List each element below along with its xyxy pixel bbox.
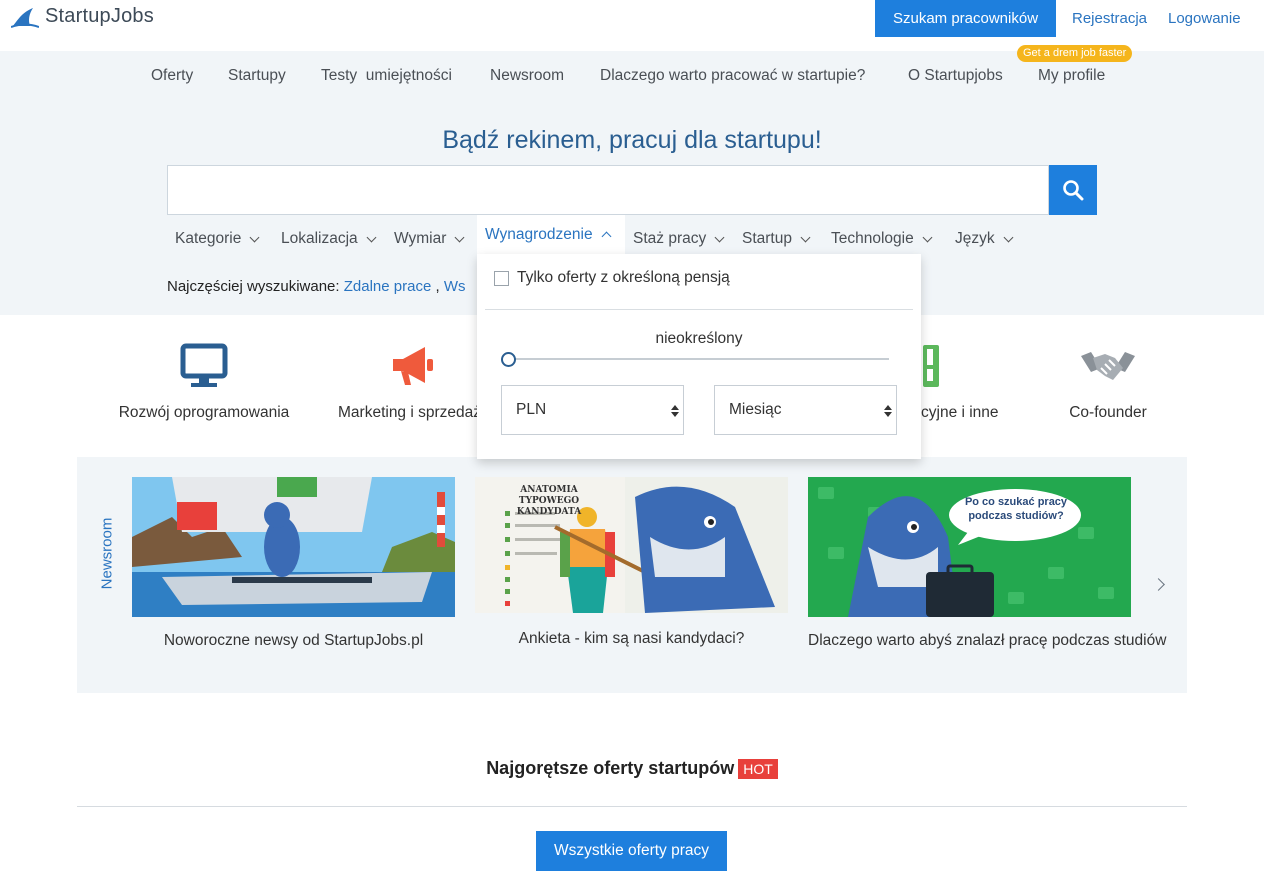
news-image-sailboat: [132, 477, 455, 617]
popular-searches: Najczęściej wyszukiwane: Zdalne prace , …: [167, 278, 465, 295]
news-card[interactable]: Po co szukać pracy podczas studiów? Dlac…: [808, 477, 1166, 653]
filter-jezyk[interactable]: Język: [955, 224, 1014, 254]
chevron-down-icon: [714, 232, 725, 242]
popular-link-2[interactable]: Ws: [444, 278, 466, 295]
salary-slider-handle[interactable]: [501, 352, 516, 367]
news-image-anatomy: ANATOMIA TYPOWEGO KANDYDATA: [475, 477, 788, 613]
salary-range-label: nieokreślony: [655, 330, 743, 347]
news-image-student: Po co szukać pracy podczas studiów?: [808, 477, 1131, 617]
category-cofounder[interactable]: Co-founder: [1058, 340, 1158, 422]
category-label: Rozwój oprogramowania: [118, 404, 290, 421]
nav-item-newsroom[interactable]: Newsroom: [490, 67, 564, 85]
category-software[interactable]: Rozwój oprogramowania: [114, 340, 294, 422]
filter-label: Staż pracy: [633, 230, 707, 247]
checkbox[interactable]: [494, 270, 509, 286]
monitor-icon: [180, 343, 228, 387]
filter-label: Technologie: [831, 230, 914, 247]
chevron-down-icon: [922, 232, 933, 242]
search-icon: [1063, 180, 1084, 201]
category-label: Co-founder: [1069, 404, 1147, 421]
filter-label: Język: [955, 230, 995, 247]
nav-item-startupy[interactable]: Startupy: [228, 67, 286, 85]
chevron-down-icon: [454, 232, 465, 242]
category-marketing[interactable]: Marketing i sprzedaż: [338, 340, 478, 422]
newsroom-label[interactable]: Newsroom: [99, 514, 116, 594]
login-link[interactable]: Logowanie: [1168, 10, 1241, 27]
shark-fin-icon: [11, 7, 39, 28]
newsroom-carousel: Newsroom Noworoczne newsy od StartupJobs…: [77, 457, 1187, 693]
filter-technologie[interactable]: Technologie: [831, 224, 933, 254]
category-label: cyjne i inne: [921, 404, 999, 421]
hot-offers-heading: Najgorętsze oferty startupów HOT: [0, 758, 1264, 779]
filter-wynagrodzenie[interactable]: Wynagrodzenie: [477, 215, 625, 254]
popular-label: Najczęściej wyszukiwane:: [167, 278, 340, 295]
all-offers-button[interactable]: Wszystkie oferty pracy: [536, 831, 727, 871]
filter-label: Wynagrodzenie: [485, 225, 593, 243]
logo-text: StartupJobs: [45, 5, 154, 27]
currency-value: PLN: [516, 401, 547, 418]
checkbox-label: Tylko oferty z określoną pensją: [517, 269, 730, 286]
salary-only-checkbox[interactable]: Tylko oferty z określoną pensją: [494, 269, 730, 287]
filter-label: Kategorie: [175, 230, 242, 247]
currency-select[interactable]: PLN: [501, 385, 684, 435]
nav-item-why-startup[interactable]: Dlaczego warto pracować w startupie?: [600, 67, 865, 85]
profile-badge: Get a drem job faster: [1017, 45, 1133, 62]
period-select[interactable]: Miesiąc: [714, 385, 897, 435]
nav-item-about[interactable]: O Startupjobs: [908, 67, 1003, 85]
nav-item-my-profile[interactable]: My profile: [1038, 67, 1105, 85]
news-caption: Dlaczego warto abyś znalazł pracę podcza…: [808, 632, 1167, 649]
register-link[interactable]: Rejestracja: [1072, 10, 1147, 27]
handshake-icon: [1081, 352, 1135, 380]
hot-offers-title: Najgorętsze oferty startupów: [486, 758, 735, 778]
filter-label: Lokalizacja: [281, 230, 358, 247]
salary-dropdown: Tylko oferty z określoną pensją nieokreś…: [477, 254, 921, 459]
nav-item-testy[interactable]: Testy umiejętności: [321, 67, 452, 85]
filter-wymiar[interactable]: Wymiar: [394, 224, 465, 254]
logo[interactable]: StartupJobs: [11, 5, 154, 28]
chevron-down-icon: [800, 232, 811, 242]
news-image-bubble-text: Po co szukać pracy podczas studiów?: [964, 496, 1068, 522]
filter-lokalizacja[interactable]: Lokalizacja: [281, 224, 377, 254]
search-input[interactable]: [167, 165, 1049, 215]
filter-kategorie[interactable]: Kategorie: [175, 224, 260, 254]
filter-label: Wymiar: [394, 230, 447, 247]
category-label: Marketing i sprzedaż: [338, 404, 478, 421]
filter-startup[interactable]: Startup: [742, 224, 811, 254]
search-button[interactable]: [1049, 165, 1097, 215]
popular-separator: ,: [431, 278, 444, 295]
top-bar: StartupJobs Szukam pracowników Rejestrac…: [0, 0, 1264, 51]
employer-button[interactable]: Szukam pracowników: [875, 0, 1056, 37]
divider: [485, 309, 913, 310]
nav-item-oferty[interactable]: Oferty: [151, 67, 193, 85]
news-caption: Noworoczne newsy od StartupJobs.pl: [163, 632, 424, 649]
hot-badge: HOT: [738, 758, 778, 779]
hero-title: Bądź rekinem, pracuj dla startupu!: [442, 126, 822, 154]
chevron-down-icon: [249, 232, 260, 242]
filter-label: Startup: [742, 230, 792, 247]
chevron-down-icon: [1003, 232, 1014, 242]
chevron-down-icon: [366, 232, 377, 242]
chevron-up-icon: [601, 231, 612, 242]
news-caption: Ankieta - kim są nasi kandydaci?: [518, 630, 745, 647]
popular-link-remote[interactable]: Zdalne prace: [344, 278, 432, 295]
category-other[interactable]: cyjne i inne: [921, 340, 1021, 422]
news-image-heading: ANATOMIA TYPOWEGO KANDYDATA: [516, 485, 582, 517]
divider: [77, 806, 1187, 807]
filter-staz-pracy[interactable]: Staż pracy: [633, 224, 725, 254]
period-value: Miesiąc: [729, 401, 782, 418]
news-card[interactable]: Noworoczne newsy od StartupJobs.pl: [132, 477, 455, 653]
binder-icon: [923, 345, 939, 387]
megaphone-icon: [393, 347, 433, 385]
salary-slider-track[interactable]: [510, 358, 889, 360]
news-card[interactable]: ANATOMIA TYPOWEGO KANDYDATA Ankieta - ki…: [475, 477, 788, 651]
